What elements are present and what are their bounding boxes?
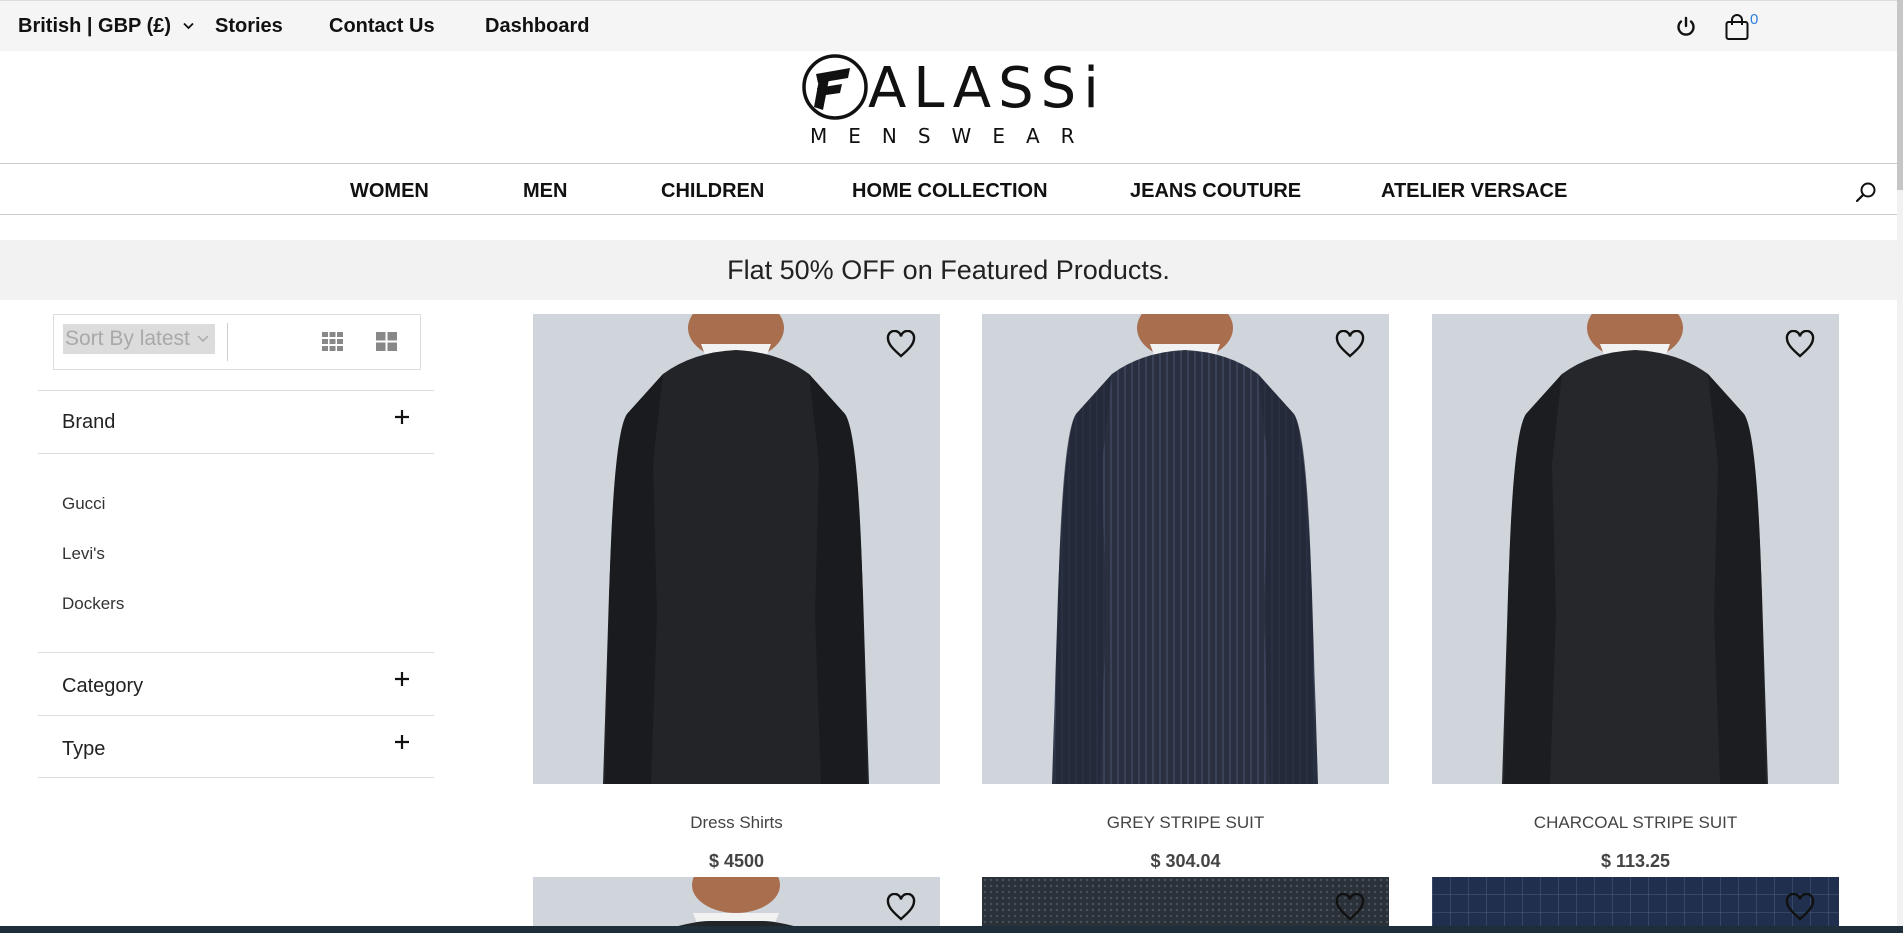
nav-home-collection[interactable]: HOME COLLECTION: [852, 180, 1048, 203]
heart-icon[interactable]: [1785, 330, 1815, 358]
plus-icon[interactable]: [394, 671, 410, 687]
product-image: [653, 877, 819, 933]
brand-filter-header[interactable]: Brand: [38, 390, 434, 454]
heart-icon[interactable]: [886, 893, 916, 921]
product-card[interactable]: [1432, 877, 1839, 933]
category-filter-title: Category: [62, 675, 144, 697]
chevron-down-icon: [197, 335, 209, 343]
product-image[interactable]: [982, 314, 1389, 784]
product-card[interactable]: [982, 877, 1389, 933]
locale-currency-selector[interactable]: British | GBP (£): [18, 15, 194, 38]
toolbar-divider: [227, 323, 228, 361]
jacket-back-image: [1052, 314, 1318, 784]
grid-two-icon[interactable]: [376, 332, 397, 351]
search-icon[interactable]: [1855, 181, 1877, 203]
promo-banner: Flat 50% OFF on Featured Products.: [0, 240, 1897, 300]
product-image[interactable]: [533, 314, 940, 784]
main-navigation: WOMEN MEN CHILDREN HOME COLLECTION JEANS…: [0, 163, 1897, 215]
product-price: $ 4500: [708, 851, 765, 871]
nav-jeans-couture[interactable]: JEANS COUTURE: [1130, 180, 1301, 203]
top-bar: British | GBP (£) Stories Contact Us Das…: [0, 0, 1903, 51]
plus-icon[interactable]: [394, 409, 410, 425]
grid-three-icon[interactable]: [322, 332, 343, 351]
product-image[interactable]: [1432, 314, 1839, 784]
product-name[interactable]: Dress Shirts: [533, 813, 940, 833]
category-filter-header[interactable]: Category: [38, 652, 434, 715]
os-taskbar: [0, 926, 1903, 933]
heart-icon[interactable]: [886, 330, 916, 358]
type-filter-title: Type: [62, 738, 106, 760]
brand-filter-title: Brand: [62, 411, 116, 433]
nav-women[interactable]: WOMEN: [350, 180, 429, 203]
brand-option-gucci[interactable]: Gucci: [62, 494, 105, 514]
cart-count-badge: 0: [1750, 11, 1759, 28]
product-card[interactable]: [533, 877, 940, 933]
jacket-back-image: [603, 314, 869, 784]
chevron-down-icon: [182, 22, 194, 30]
sort-label: Sort By latest: [65, 327, 190, 350]
dashboard-link[interactable]: Dashboard: [485, 15, 589, 38]
contact-us-link[interactable]: Contact Us: [329, 15, 435, 38]
locale-label: British | GBP (£): [18, 15, 172, 37]
cart-icon[interactable]: [1724, 13, 1750, 41]
heart-icon[interactable]: [1335, 330, 1365, 358]
product-name[interactable]: CHARCOAL STRIPE SUIT: [1432, 813, 1839, 833]
sort-view-toolbar: Sort By latest: [53, 314, 421, 370]
logo-subtitle: MENSWEAR: [810, 124, 1096, 148]
heart-icon[interactable]: [1335, 893, 1365, 921]
nav-children[interactable]: CHILDREN: [661, 180, 764, 203]
type-filter-header[interactable]: Type: [38, 715, 434, 778]
power-icon[interactable]: [1674, 15, 1698, 39]
nav-men[interactable]: MEN: [523, 180, 567, 203]
scrollbar-thumb[interactable]: [1897, 0, 1903, 190]
stories-link[interactable]: Stories: [215, 15, 283, 38]
sort-select[interactable]: Sort By latest: [63, 324, 215, 354]
nav-atelier-versace[interactable]: ATELIER VERSACE: [1381, 180, 1567, 203]
brand-logo[interactable]: ALASSi MENSWEAR: [800, 52, 1099, 152]
brand-option-dockers[interactable]: Dockers: [62, 594, 124, 614]
product-price: $ 304.04: [1150, 851, 1221, 871]
logo-wordmark: ALASSi: [868, 56, 1106, 121]
brand-option-levis[interactable]: Levi's: [62, 544, 105, 564]
product-name[interactable]: GREY STRIPE SUIT: [982, 813, 1389, 833]
plus-icon[interactable]: [394, 734, 410, 750]
product-price: $ 113.25: [1600, 851, 1671, 871]
logo-emblem-icon: [802, 54, 868, 120]
jacket-back-image: [1502, 314, 1768, 784]
heart-icon[interactable]: [1785, 893, 1815, 921]
